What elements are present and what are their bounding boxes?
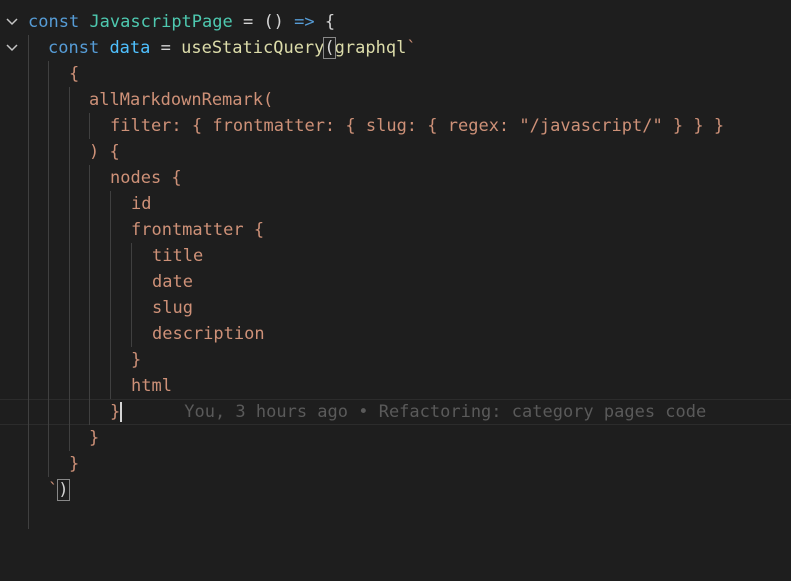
indent-guide [28,35,29,61]
code-line-19: `) [0,477,791,503]
code-line-2: const data = useStaticQuery(graphql` [0,35,791,61]
code-line-11: date [0,269,791,295]
code-line-14: } [0,347,791,373]
code-line-16-current: } You, 3 hours ago • Refactoring: categor… [0,399,791,425]
text-cursor [120,402,123,422]
variable-data: data [109,38,151,58]
code-line-12: slug [0,295,791,321]
fold-chevron-icon[interactable] [3,35,21,61]
code-line-8: id [0,191,791,217]
keyword-const: const [28,12,80,32]
fold-chevron-icon[interactable] [3,9,21,35]
git-blame-annotation: You, 3 hours ago • Refactoring: category… [184,402,707,422]
code-line-20 [0,503,791,529]
code-line-15: html [0,373,791,399]
code-line-5: filter: { frontmatter: { slug: { regex: … [0,113,791,139]
code-line-4: allMarkdownRemark( [0,87,791,113]
code-line-3: { [0,61,791,87]
code-line-7: nodes { [0,165,791,191]
function-call: useStaticQuery [181,38,325,58]
code-line-9: frontmatter { [0,217,791,243]
component-name: JavascriptPage [89,12,233,32]
code-line-13: description [0,321,791,347]
code-editor[interactable]: const JavascriptPage = () => { const dat… [0,0,791,529]
code-line-6: ) { [0,139,791,165]
code-line-1: const JavascriptPage = () => { [0,9,791,35]
code-line-18: } [0,451,791,477]
code-line-17: } [0,425,791,451]
code-line-10: title [0,243,791,269]
